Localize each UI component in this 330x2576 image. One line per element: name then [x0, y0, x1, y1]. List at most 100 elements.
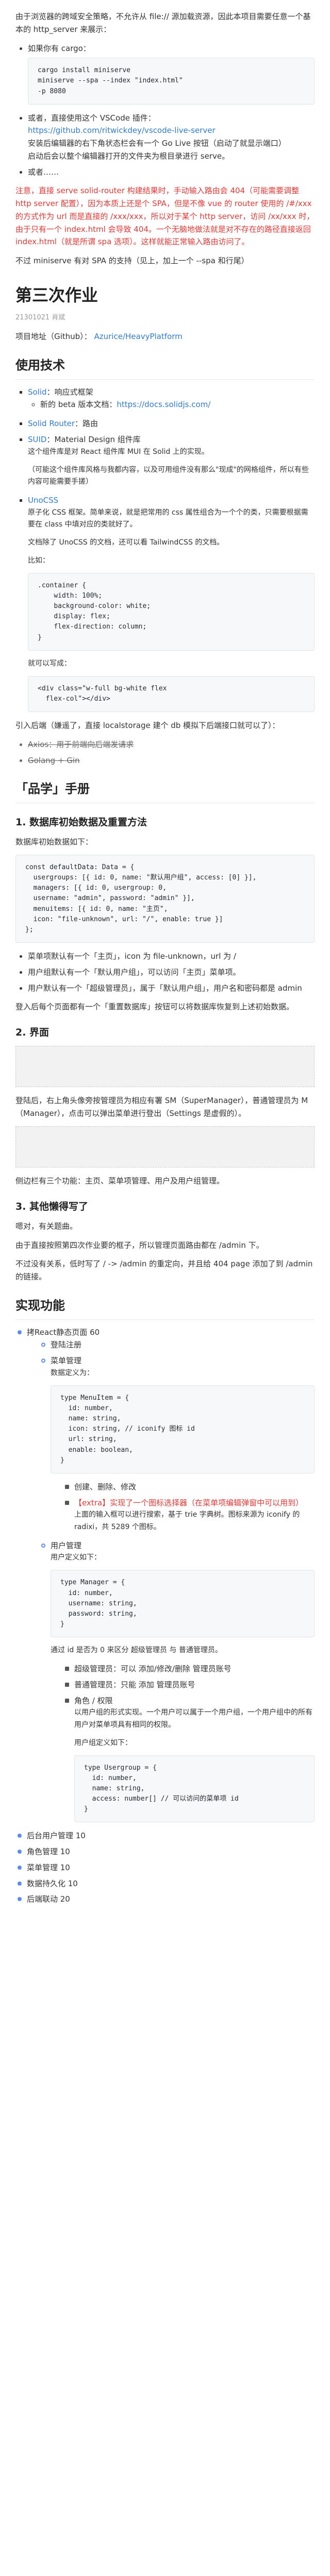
serve-options-list: 如果你有 cargo： cargo install miniserve mini…: [15, 42, 315, 179]
backend-note: 引入后端（嫌遥了，直接 localstorage 建个 db 模拟下后端接口就可…: [15, 721, 280, 731]
bullet-icon: [41, 1359, 45, 1363]
miniserve-spa-note: 不过 miniserve 有对 SPA 的支持（见上，加上一个 --spa 和行…: [15, 256, 249, 266]
other-desc: 嗯对，有关题曲。: [15, 1221, 78, 1231]
cargo-code-block: cargo install miniserve miniserve --spa …: [28, 58, 315, 105]
suid-desc-1: 这个组件库是对 React 组件库 MUI 在 Solid 上的实现。: [28, 447, 209, 456]
impl-item-label: 数据持久化 10: [27, 1878, 78, 1888]
backend-list: Axios：用于前端向后端发请求 Golang + Gin: [15, 738, 315, 767]
axios-item: Axios：用于前端向后端发请求: [28, 738, 315, 751]
group-def: 用户组定义如下：: [74, 1738, 132, 1747]
unocss-example-label: 比如：: [28, 556, 50, 565]
normal-perm-label: 普通管理员：只能 添加 管理员账号: [74, 1680, 195, 1689]
user-type-code: type Manager = { id: number, username: s…: [51, 1570, 315, 1638]
super-perm-label: 超级管理员：可以 添加/修改/删除 管理员账号: [74, 1664, 232, 1674]
extra-desc: 上面的输入框可以进行搜索，基于 trie 字典树。图标来源为 iconify 的…: [74, 1511, 300, 1531]
solid-link[interactable]: Solid: [28, 387, 47, 397]
ui-screenshot-placeholder: [15, 1046, 315, 1088]
impl-item-1: 角色管理 10: [15, 1845, 315, 1858]
menu-mgr-sublist: 创建、删除、修改 【extra】实现了一个图标选择器（在菜单项编辑弹窗中可以用到…: [51, 1481, 315, 1533]
solid-beta-label: 新的 beta 版本文档：: [40, 400, 117, 410]
solid-desc: ：响应式框架: [46, 387, 93, 397]
impl-item-4: 后端联动 20: [15, 1893, 315, 1906]
menu-data-def: 数据定义为：: [51, 1368, 94, 1377]
bullet-icon: [41, 1343, 45, 1347]
role-perm-label: 角色 / 权限: [74, 1696, 113, 1705]
menu-mgr-label: 菜单管理: [51, 1356, 82, 1366]
spa-warning: 注意，直接 serve solid-router 构建结果时，手动输入路由会 4…: [15, 186, 315, 247]
unocss-link[interactable]: UnoCSS: [28, 496, 58, 505]
impl-item-3: 数据持久化 10: [15, 1877, 315, 1890]
impl-heading: 实现功能: [15, 1296, 315, 1320]
note-user-default: 用户默认有一个「超级管理员」，属于「默认用户组」，用户名和密码都是 admin: [28, 982, 315, 995]
impl-item-label: 菜单管理 10: [27, 1862, 70, 1872]
impl-extra: 【extra】实现了一个图标选择器（在菜单项编辑弹窗中可以用到） 上面的输入框可…: [63, 1497, 315, 1533]
bullet-icon: [18, 1330, 22, 1334]
impl-tree: 拷React静态页面 60 登陆注册 菜单管理 数据定义为： type Menu…: [15, 1326, 315, 1906]
db-section-heading: 1. 数据库初始数据及重置方法: [15, 816, 147, 828]
note-menu-default: 菜单项默认有一个「主页」，icon 为 file-unknown，url 为 /: [28, 950, 315, 963]
bullet-icon: [41, 1543, 45, 1548]
ui-desc-2: 侧边栏有三个功能：主页、菜单项管理、用户及用户组管理。: [15, 1176, 225, 1185]
impl-login: 登陆注册: [39, 1338, 315, 1351]
cargo-option: 如果你有 cargo： cargo install miniserve mini…: [28, 42, 315, 105]
tech-item-unocss: UnoCSS 原子化 CSS 框架。简单来说，就是把常用的 css 属性组合为一…: [28, 494, 315, 713]
project-link[interactable]: Azurice/HeavyPlatform: [94, 332, 183, 341]
vscode-extension-link[interactable]: https://github.com/ritwickdey/vscode-liv…: [28, 126, 216, 135]
bullet-icon: [65, 1698, 69, 1703]
role-desc: 以用户组的形式实现。一个用户可以属于一个用户组，一个用户组中的所有用户对菜单项具…: [74, 1708, 312, 1729]
impl-menu-mgr: 菜单管理 数据定义为： type MenuItem = { id: number…: [39, 1354, 315, 1533]
vscode-desc-2: 启动后会以整个编辑器打开的文件夹为根目录进行 serve。: [28, 151, 230, 161]
suid-link[interactable]: SUID: [28, 435, 46, 444]
normal-perm: 普通管理员：只能 添加 管理员账号: [63, 1679, 315, 1691]
project-label: 项目地址（Github）：: [15, 332, 92, 342]
bullet-icon: [18, 1834, 22, 1838]
bullet-icon: [18, 1881, 22, 1886]
user-note: 通过 id 是否为 0 来区分 超级管理员 与 普通管理员。: [51, 1646, 222, 1655]
other-desc-3: 不过没有关系，低时写了 / -> /admin 的重定向，并且给 404 pag…: [15, 1259, 313, 1282]
author-meta: 21301021 肖斌: [15, 313, 65, 321]
unocss-desc-1: 原子化 CSS 框架。简单来说，就是把常用的 css 属性组合为一个个的类，只需…: [28, 508, 308, 529]
router-link[interactable]: Solid Router: [28, 419, 75, 428]
other-section-heading: 3. 其他懒得写了: [15, 1200, 89, 1212]
ui-section-heading: 2. 界面: [15, 1027, 50, 1039]
extra-label: 【extra】实现了一个图标选择器（在菜单项编辑弹窗中可以用到）: [74, 1498, 304, 1507]
solid-docs-link[interactable]: https://docs.solidjs.com/: [117, 400, 210, 409]
impl-item-label: 角色管理 10: [27, 1847, 70, 1857]
impl-user-mgr: 用户管理 用户定义如下： type Manager = { id: number…: [39, 1539, 315, 1823]
user-mgr-label: 用户管理: [51, 1540, 82, 1550]
impl-item-2: 菜单管理 10: [15, 1861, 315, 1874]
tech-list: Solid：响应式框架 新的 beta 版本文档：https://docs.so…: [15, 386, 315, 713]
other-desc-2: 由于直接按照第四次作业要的框子，所以管理页面路由都在 /admin 下。: [15, 1240, 264, 1250]
document-page: 由于浏览器的跨域安全策略，不允许从 file:// 源加载资源，因此本项目需要任…: [0, 0, 330, 1943]
default-data-code: const defaultData: Data = { usergroups: …: [15, 855, 315, 943]
role-perm: 角色 / 权限 以用户组的形式实现。一个用户可以属于一个用户组，一个用户组中的所…: [63, 1694, 315, 1823]
suid-desc-2: （可能这个组件库风格与我都内容，以及可用组件没有那么"现成"的网格组件，所以有些…: [28, 465, 309, 486]
react-static-label: 拷React静态页面 60: [27, 1327, 100, 1337]
group-type-code: type Usergroup = { id: number, name: str…: [74, 1755, 315, 1823]
unocss-html-code: <div class="w-full bg-white flex flex-co…: [28, 675, 315, 713]
suid-desc: ：Material Design 组件库: [46, 434, 141, 444]
cargo-option-label: 如果你有 cargo：: [28, 43, 91, 53]
super-perm: 超级管理员：可以 添加/修改/删除 管理员账号: [63, 1663, 315, 1675]
vscode-desc: 安装后编辑器的右下角状态栏会有一个 Go Live 按钮（启动了就显示端口）: [28, 139, 286, 148]
tech-heading: 使用技术: [15, 355, 315, 380]
bullet-icon: [18, 1850, 22, 1854]
perm-sublist: 超级管理员：可以 添加/修改/删除 管理员账号 普通管理员：只能 添加 管理员账…: [51, 1663, 315, 1823]
ui-desc: 登陆后，右上角头像旁按管理员为相应有署 SM（SuperManager），普通管…: [15, 1096, 308, 1118]
impl-react-static: 拷React静态页面 60 登陆注册 菜单管理 数据定义为： type Menu…: [15, 1326, 315, 1823]
menu-type-code: type MenuItem = { id: number, name: stri…: [51, 1385, 315, 1473]
router-desc: ：路由: [75, 419, 98, 428]
bullet-icon: [65, 1484, 69, 1489]
ui-screenshot-placeholder-2: [15, 1126, 315, 1167]
tech-item-router: Solid Router：路由: [28, 417, 315, 430]
bullet-icon: [18, 1865, 22, 1870]
manual-heading: 「品学」手册: [15, 779, 315, 803]
tech-item-suid: SUID：Material Design 组件库 这个组件库是对 React 组…: [28, 433, 315, 488]
db-desc: 数据库初始数据如下：: [15, 837, 93, 847]
vscode-option: 或者，直接使用这个 VSCode 插件： https://github.com/…: [28, 112, 315, 163]
note-group-default: 用户组默认有一个「默认用户组」，可以访问「主页」菜单项。: [28, 966, 315, 979]
impl-item-label: 后台用户管理 10: [27, 1831, 86, 1841]
bullet-icon: [65, 1667, 69, 1671]
reset-note: 登入后每个页面都有一个「重置数据库」按钮可以将数据库恢复到上述初始数据。: [15, 1002, 294, 1012]
vscode-option-label: 或者，直接使用这个 VSCode 插件：: [28, 113, 156, 123]
